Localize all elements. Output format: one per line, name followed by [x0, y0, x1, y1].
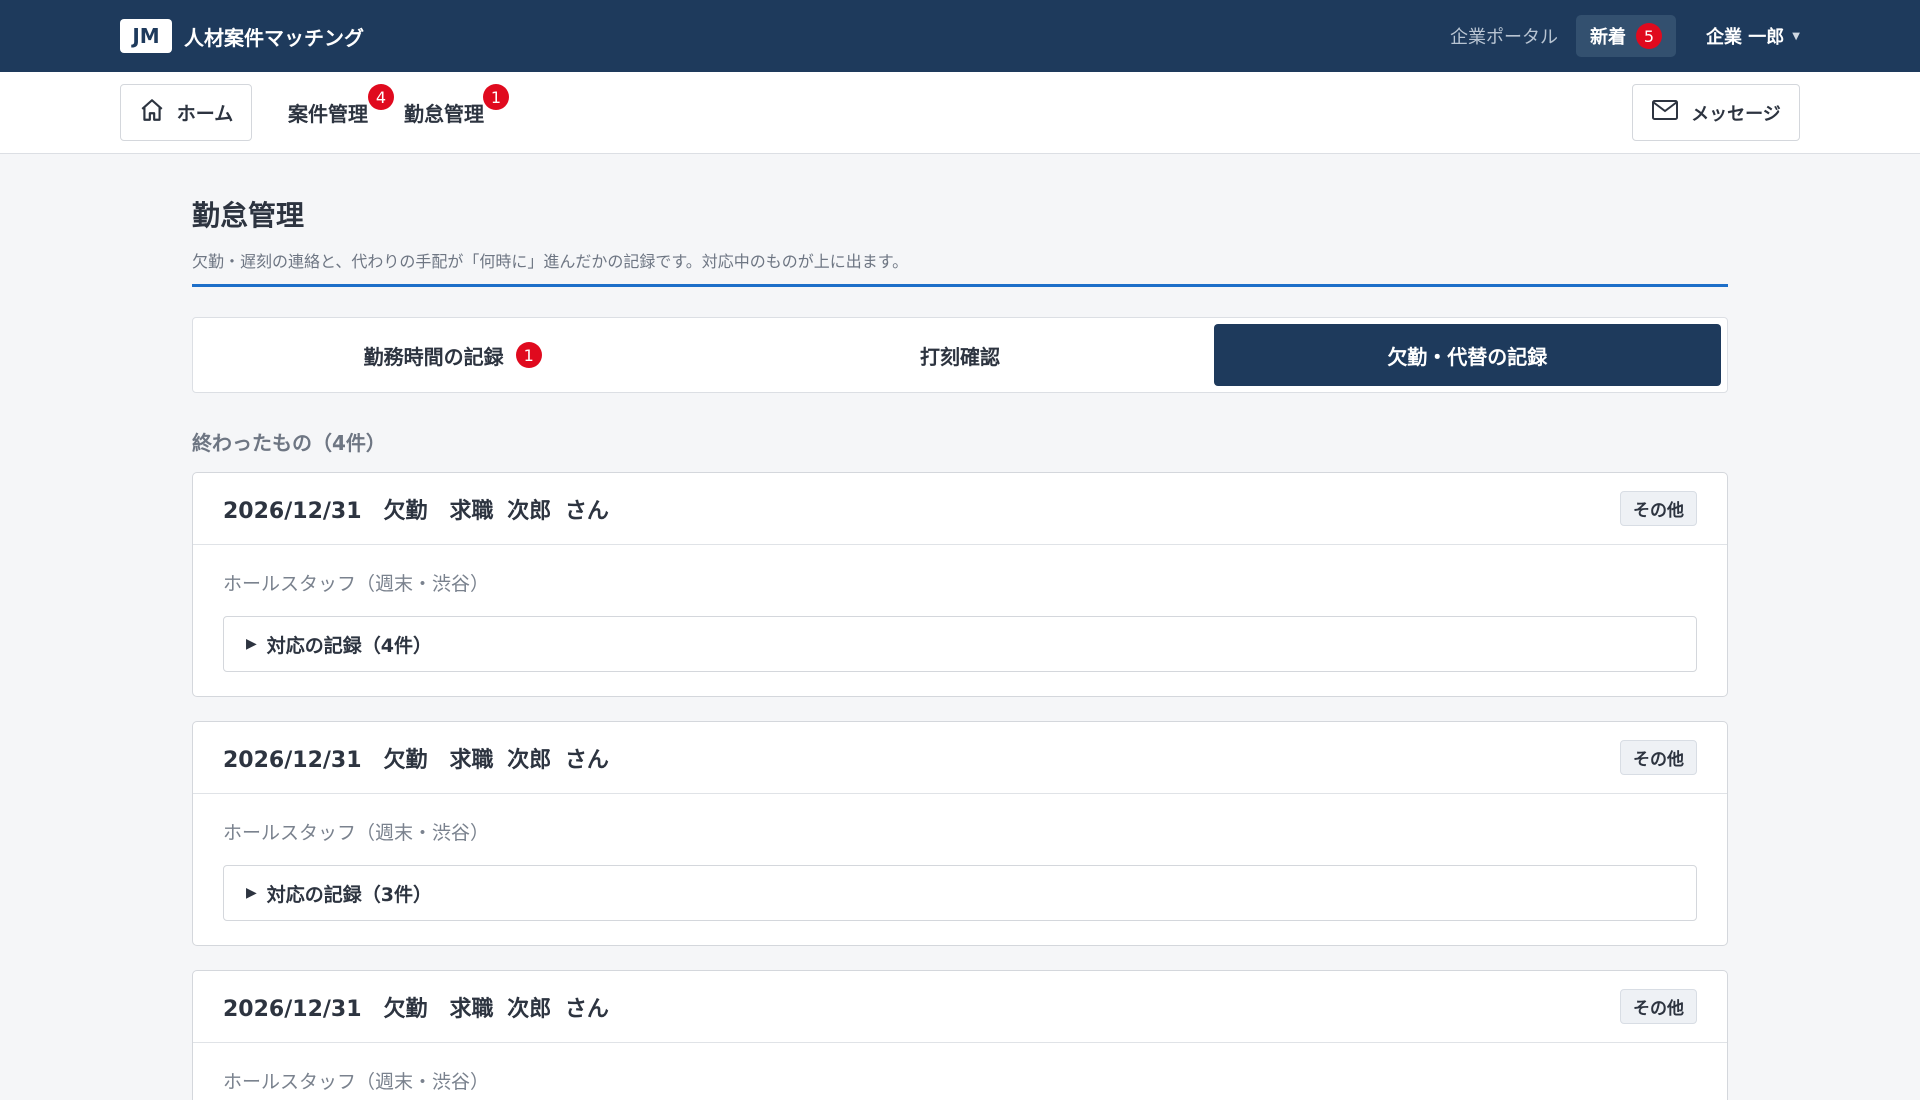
record-header: 2026/12/31 欠勤 求職 次郎 さん その他: [193, 971, 1727, 1043]
record-log-label: 対応の記録（4件）: [266, 634, 433, 657]
record-card: 2026/12/31 欠勤 求職 次郎 さん その他 ホールスタッフ（週末・渋谷…: [192, 721, 1728, 946]
record-card: 2026/12/31 欠勤 求職 次郎 さん その他 ホールスタッフ（週末・渋谷…: [192, 970, 1728, 1100]
news-count-badge: 5: [1636, 23, 1663, 49]
mail-icon: [1651, 99, 1679, 126]
tab-label: 勤務時間の記録: [363, 344, 504, 369]
record-header: 2026/12/31 欠勤 求職 次郎 さん その他: [193, 473, 1727, 545]
nav-item-projects[interactable]: 案件管理 4: [288, 84, 394, 127]
record-header: 2026/12/31 欠勤 求職 次郎 さん その他: [193, 722, 1727, 794]
record-log-toggle[interactable]: ▶ 対応の記録（3件）: [223, 865, 1697, 921]
tab-label: 欠勤・代替の記録: [1387, 344, 1548, 369]
record-body: ホールスタッフ（週末・渋谷） ▶ 対応の記録（4件）: [193, 545, 1727, 696]
messages-label: メッセージ: [1691, 103, 1781, 125]
tab-badge: 1: [515, 342, 542, 368]
main-content: 勤怠管理 欠勤・遅刻の連絡と、代わりの手配が「何時に」進んだかの記録です。対応中…: [192, 154, 1728, 1100]
page-title: 勤怠管理: [192, 199, 305, 232]
sub-nav: ホーム 案件管理 4 勤怠管理 1 メッセージ: [0, 72, 1920, 154]
nav-item-label: 勤怠管理: [404, 102, 484, 126]
record-body: ホールスタッフ（週末・渋谷）: [193, 1043, 1727, 1100]
top-bar: JM 人材案件マッチング 企業ポータル 新着 5 企業 一郎 ▼: [0, 0, 1920, 72]
nav-badge: 1: [483, 84, 509, 110]
tab-clock-check[interactable]: 打刻確認: [706, 324, 1213, 386]
tab-absence-records[interactable]: 欠勤・代替の記録: [1213, 324, 1721, 386]
news-label: 新着: [1590, 27, 1627, 48]
nav-item-attendance[interactable]: 勤怠管理 1: [404, 84, 509, 127]
record-tag: その他: [1620, 491, 1697, 526]
home-label: ホーム: [176, 103, 234, 125]
user-name: 企業 一郎: [1706, 27, 1785, 48]
record-title: 2026/12/31 欠勤 求職 次郎 さん: [223, 747, 609, 773]
record-role: ホールスタッフ（週末・渋谷）: [223, 822, 490, 844]
record-tag: その他: [1620, 740, 1697, 775]
brand[interactable]: JM 人材案件マッチング: [120, 19, 364, 53]
tab-work-hours[interactable]: 勤務時間の記録 1: [199, 324, 706, 386]
portal-label: 企業ポータル: [1450, 27, 1559, 48]
top-right: 企業ポータル 新着 5 企業 一郎 ▼: [1450, 15, 1800, 57]
record-log-label: 対応の記録（3件）: [266, 883, 433, 906]
record-log-toggle[interactable]: ▶ 対応の記録（4件）: [223, 616, 1697, 672]
user-menu[interactable]: 企業 一郎 ▼: [1706, 23, 1800, 49]
record-role: ホールスタッフ（週末・渋谷）: [223, 1071, 490, 1093]
app-logo: JM: [120, 19, 172, 53]
nav-left: ホーム 案件管理 4 勤怠管理 1: [120, 84, 509, 141]
home-button[interactable]: ホーム: [120, 84, 252, 141]
page-description: 欠勤・遅刻の連絡と、代わりの手配が「何時に」進んだかの記録です。対応中のものが上…: [192, 248, 1728, 287]
record-card: 2026/12/31 欠勤 求職 次郎 さん その他 ホールスタッフ（週末・渋谷…: [192, 472, 1728, 697]
section-heading: 終わったもの（4件）: [192, 431, 386, 455]
record-role: ホールスタッフ（週末・渋谷）: [223, 573, 490, 595]
news-button[interactable]: 新着 5: [1576, 15, 1677, 57]
nav-item-label: 案件管理: [288, 102, 368, 126]
triangle-right-icon: ▶: [246, 885, 257, 901]
nav-badge: 4: [368, 84, 394, 110]
record-title: 2026/12/31 欠勤 求職 次郎 さん: [223, 498, 609, 524]
app-name: 人材案件マッチング: [184, 25, 364, 50]
tab-bar: 勤務時間の記録 1 打刻確認 欠勤・代替の記録: [192, 317, 1728, 393]
caret-down-icon: ▼: [1792, 30, 1800, 42]
record-body: ホールスタッフ（週末・渋谷） ▶ 対応の記録（3件）: [193, 794, 1727, 945]
messages-button[interactable]: メッセージ: [1632, 84, 1800, 141]
triangle-right-icon: ▶: [246, 636, 257, 652]
record-tag: その他: [1620, 989, 1697, 1024]
record-title: 2026/12/31 欠勤 求職 次郎 さん: [223, 996, 609, 1022]
tab-label: 打刻確認: [919, 344, 1000, 369]
home-icon: [139, 97, 165, 128]
